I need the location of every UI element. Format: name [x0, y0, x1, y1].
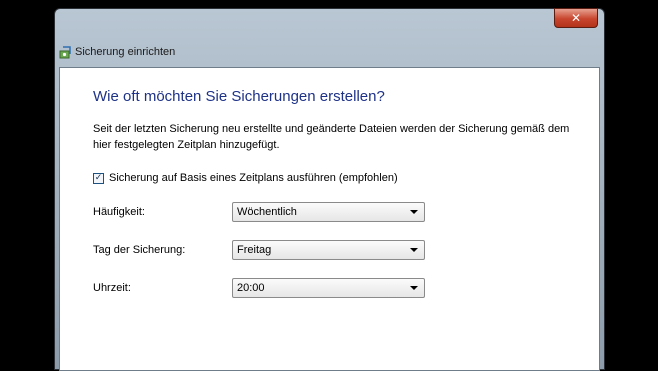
frequency-label: Häufigkeit:	[93, 206, 145, 218]
backup-icon	[59, 45, 71, 58]
backup-day-value: Freitag	[237, 244, 272, 256]
window-title: Sicherung einrichten	[75, 46, 176, 58]
page-heading: Wie oft möchten Sie Sicherungen erstelle…	[93, 88, 385, 105]
chevron-down-icon	[410, 210, 418, 214]
chevron-down-icon	[410, 248, 418, 252]
frequency-select[interactable]: Wöchentlich	[232, 202, 425, 222]
title-bar: Sicherung einrichten	[59, 44, 175, 60]
schedule-checkbox[interactable]: ✓	[93, 172, 104, 184]
description-text: Seit der letzten Sicherung neu erstellte…	[93, 123, 570, 151]
checkmark-icon: ✓	[94, 172, 103, 183]
backup-setup-window: ✕ Sicherung einrichten Wie oft möchten S…	[54, 8, 605, 371]
backup-day-select[interactable]: Freitag	[232, 240, 425, 260]
close-icon: ✕	[570, 11, 582, 25]
schedule-checkbox-row[interactable]: ✓ Sicherung auf Basis eines Zeitplans au…	[93, 172, 398, 184]
time-value: 20:00	[237, 282, 265, 294]
time-select[interactable]: 20:00	[232, 278, 425, 298]
schedule-checkbox-label[interactable]: Sicherung auf Basis eines Zeitplans ausf…	[109, 172, 398, 184]
chevron-down-icon	[410, 286, 418, 290]
time-label: Uhrzeit:	[93, 282, 131, 294]
close-button[interactable]: ✕	[554, 8, 598, 28]
frequency-value: Wöchentlich	[237, 206, 297, 218]
backup-day-label: Tag der Sicherung:	[93, 244, 186, 256]
dialog-content: Wie oft möchten Sie Sicherungen erstelle…	[59, 67, 600, 371]
